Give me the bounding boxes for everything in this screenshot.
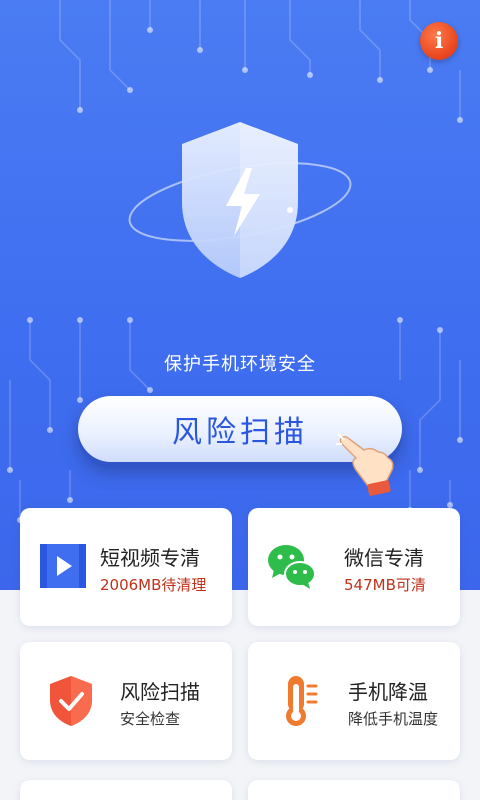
card-wechat-clean[interactable]: 微信专清 547MB可清 [248, 508, 460, 626]
wechat-icon [268, 545, 316, 589]
info-icon: i [434, 28, 444, 54]
card-short-video-clean[interactable]: 短视频专清 2006MB待清理 [20, 508, 232, 626]
video-clean-icon [40, 544, 86, 588]
card-risk-scan[interactable]: 风险扫描 安全检查 [20, 642, 232, 760]
card-title: 手机降温 [348, 680, 428, 704]
card-partial-left[interactable] [20, 780, 232, 800]
shield-bolt-icon [128, 122, 352, 278]
shield-check-icon [50, 676, 92, 726]
card-subtitle: 降低手机温度 [348, 710, 439, 728]
card-title: 短视频专清 [100, 546, 200, 570]
tagline: 保护手机环境安全 [164, 354, 316, 375]
pointing-hand-icon [336, 433, 394, 496]
thermometer-icon [286, 676, 318, 726]
card-subtitle: 547MB可清 [344, 576, 426, 594]
hero-section: i 保护手机环境安全 [0, 0, 480, 590]
card-partial-right[interactable] [248, 780, 460, 800]
card-title: 风险扫描 [120, 680, 200, 704]
card-subtitle: 2006MB待清理 [100, 576, 207, 594]
card-subtitle: 安全检查 [120, 710, 181, 728]
card-phone-cooling[interactable]: 手机降温 降低手机温度 [248, 642, 460, 760]
info-button[interactable]: i [420, 22, 458, 60]
circuit-background [7, 0, 463, 523]
card-title: 微信专清 [344, 546, 424, 570]
